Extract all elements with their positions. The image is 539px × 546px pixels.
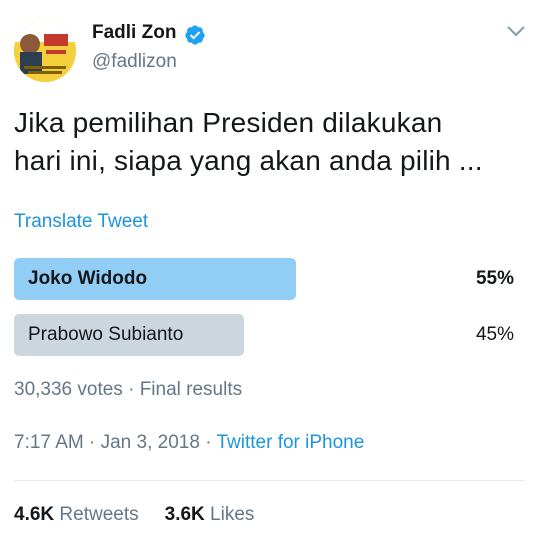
poll-option-1-label: Joko Widodo — [28, 268, 148, 289]
poll-meta: 30,336 votes · Final results — [14, 379, 242, 401]
tweet-source-link[interactable]: Twitter for iPhone — [216, 432, 364, 453]
tweet-text-line-1: Jika pemilihan Presiden dilakukan — [14, 107, 443, 138]
separator: · — [89, 432, 101, 453]
verified-badge-icon — [185, 25, 205, 45]
separator: · — [128, 379, 140, 400]
likes-stat[interactable]: 3.6K Likes — [165, 504, 255, 525]
tweet-stats: 4.6K Retweets 3.6K Likes — [14, 504, 254, 526]
divider — [14, 480, 525, 481]
chevron-down-icon[interactable] — [506, 24, 526, 38]
poll-option-2-label: Prabowo Subianto — [28, 324, 184, 345]
retweets-label: Retweets — [59, 504, 139, 525]
translate-tweet-link[interactable]: Translate Tweet — [14, 211, 148, 233]
author-name[interactable]: Fadli Zon — [92, 22, 176, 44]
tweet-time[interactable]: 7:17 AM — [14, 432, 84, 453]
avatar-image — [14, 20, 76, 82]
likes-count: 3.6K — [164, 504, 205, 525]
tweet-timestamp: 7:17 AM · Jan 3, 2018 · Twitter for iPho… — [14, 432, 364, 454]
retweets-count: 4.6K — [14, 504, 55, 525]
tweet-text-line-2: hari ini, siapa yang akan anda pilih ... — [14, 145, 483, 176]
tweet-text: Jika pemilihan Presiden dilakukan hari i… — [14, 104, 524, 180]
tweet-date[interactable]: Jan 3, 2018 — [101, 432, 200, 453]
poll-option-2: Prabowo Subianto 45% — [14, 314, 514, 356]
poll: Joko Widodo 55% Prabowo Subianto 45% — [14, 258, 514, 370]
separator: · — [205, 432, 217, 453]
poll-option-2-percent: 45% — [475, 324, 514, 345]
poll-status: Final results — [139, 379, 243, 400]
poll-option-1-percent: 55% — [475, 268, 514, 289]
poll-option-1: Joko Widodo 55% — [14, 258, 514, 300]
likes-label: Likes — [210, 504, 255, 525]
author-handle[interactable]: @fadlizon — [92, 51, 177, 73]
poll-votes: 30,336 votes — [14, 379, 123, 400]
retweets-stat[interactable]: 4.6K Retweets — [14, 504, 139, 525]
avatar[interactable] — [14, 20, 76, 82]
